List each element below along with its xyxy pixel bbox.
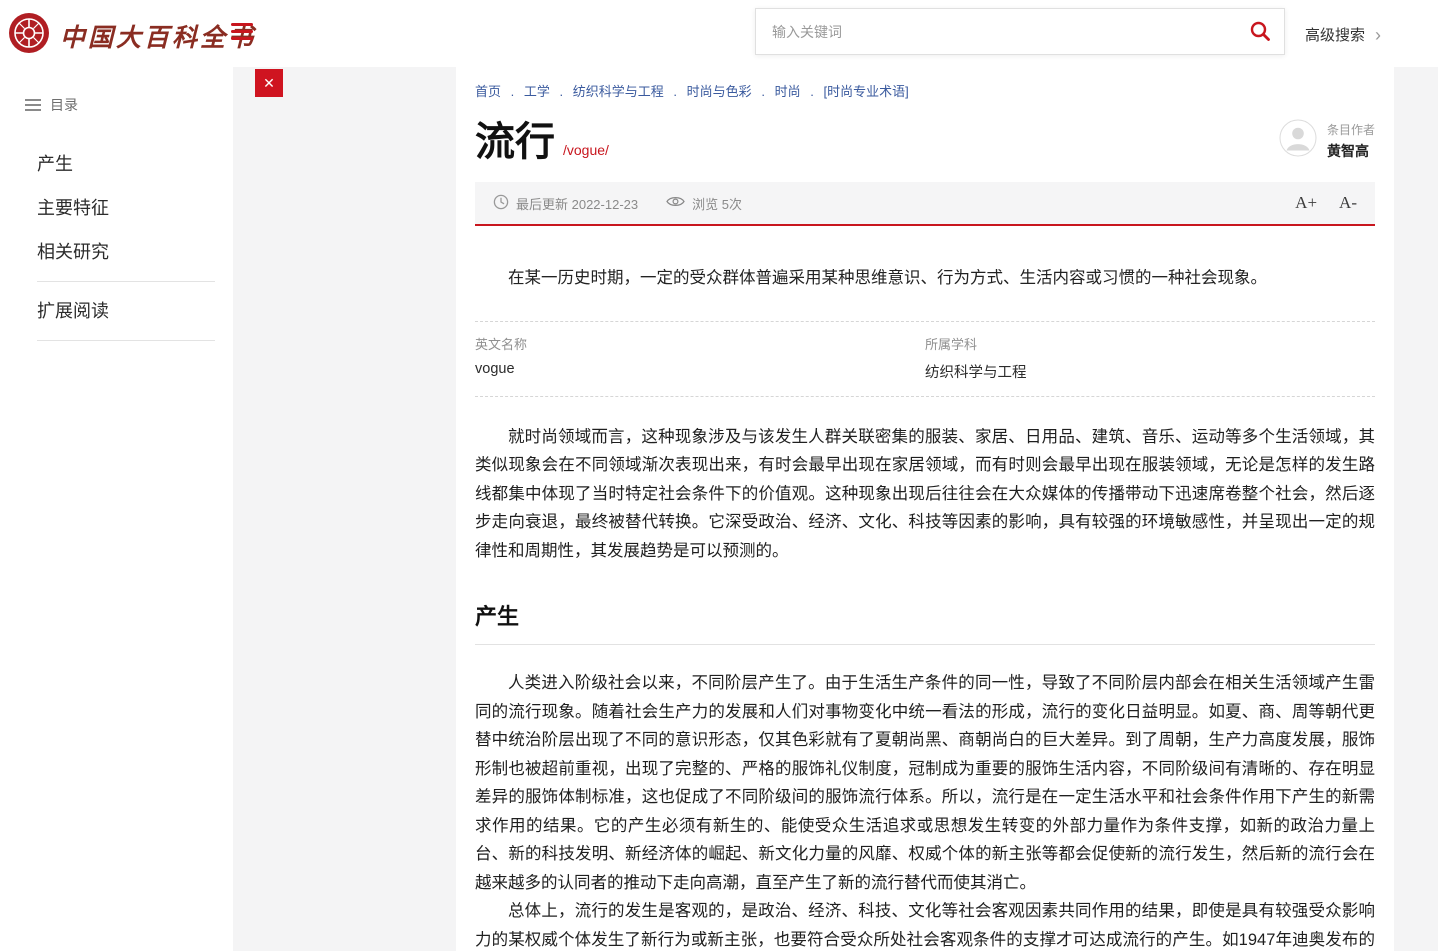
breadcrumb-gongxue[interactable]: 工学 bbox=[524, 84, 550, 99]
toc-list-extra: 扩展阅读 bbox=[0, 288, 233, 332]
breadcrumb-home[interactable]: 首页 bbox=[475, 84, 501, 99]
breadcrumb-shishangsecai[interactable]: 时尚与色彩 bbox=[687, 84, 752, 99]
search-icon bbox=[1249, 30, 1271, 45]
breadcrumb-separator: . bbox=[761, 84, 765, 99]
view-count: 浏览 5次 bbox=[666, 194, 742, 213]
breadcrumb-fangzhi[interactable]: 纺织科学与工程 bbox=[573, 84, 664, 99]
field-label: 英文名称 bbox=[475, 334, 925, 353]
title-alias: /vogue/ bbox=[563, 142, 609, 158]
top-header: 中国大百科全书 高级搜索 › bbox=[0, 0, 1438, 67]
font-decrease-button[interactable]: A- bbox=[1339, 193, 1357, 213]
page-title: 流行 bbox=[475, 120, 555, 164]
font-increase-button[interactable]: A+ bbox=[1295, 193, 1317, 213]
paragraph-2: 人类进入阶级社会以来，不同阶层产生了。由于生活生产条件的同一性，导致了不同阶层内… bbox=[475, 669, 1375, 897]
paragraph-3: 总体上，流行的发生是客观的，是政治、经济、科技、文化等社会客观因素共同作用的结果… bbox=[475, 897, 1375, 951]
breadcrumb-shishang[interactable]: 时尚 bbox=[775, 84, 801, 99]
toc-item-kuozhanyuedu[interactable]: 扩展阅读 bbox=[37, 288, 215, 332]
toc-title: 目录 bbox=[50, 95, 78, 115]
body-area: 目录 产生 主要特征 相关研究 扩展阅读 ✕ 首页 . 工学 . 纺织科学与工程 bbox=[0, 67, 1438, 951]
breadcrumb-separator: . bbox=[560, 84, 564, 99]
menu-icon[interactable] bbox=[231, 23, 253, 43]
advanced-search-label: 高级搜索 bbox=[1305, 24, 1365, 45]
logo-text: 中国大百科全书 bbox=[60, 18, 256, 54]
last-updated: 最后更新 2022-12-23 bbox=[493, 194, 638, 213]
site-logo[interactable]: 中国大百科全书 bbox=[8, 12, 256, 59]
page: 中国大百科全书 高级搜索 › 目录 bbox=[0, 0, 1438, 951]
eye-icon bbox=[666, 195, 692, 211]
author-label: 条目作者 bbox=[1327, 121, 1375, 138]
toc-item-zhuyaotezheng[interactable]: 主要特征 bbox=[37, 185, 215, 229]
avatar bbox=[1279, 119, 1317, 162]
field-value: 纺织科学与工程 bbox=[925, 361, 1375, 382]
author-box: 条目作者 黄智高 bbox=[1279, 119, 1375, 162]
article-panel: 首页 . 工学 . 纺织科学与工程 . 时尚与色彩 . 时尚 . [时尚专业术语… bbox=[456, 67, 1394, 951]
title-row: 流行 /vogue/ 条目作者 黄智高 bbox=[475, 120, 1375, 164]
field-label: 所属学科 bbox=[925, 334, 1375, 353]
close-toc-button[interactable]: ✕ bbox=[255, 69, 283, 97]
breadcrumb-term[interactable]: [时尚专业术语] bbox=[823, 84, 908, 99]
font-size-controls: A+ A- bbox=[1273, 193, 1357, 213]
search-input[interactable] bbox=[756, 9, 1252, 54]
toc-divider bbox=[37, 340, 215, 341]
search-button[interactable] bbox=[1248, 20, 1272, 44]
view-count-text: 浏览 5次 bbox=[692, 194, 742, 213]
breadcrumb-separator: . bbox=[673, 84, 677, 99]
author-name[interactable]: 黄智高 bbox=[1327, 141, 1375, 161]
logo-seal-icon bbox=[8, 12, 50, 59]
toc-sidebar: 目录 产生 主要特征 相关研究 扩展阅读 bbox=[0, 67, 233, 951]
advanced-search-link[interactable]: 高级搜索 › bbox=[1305, 24, 1381, 45]
breadcrumb-separator: . bbox=[511, 84, 515, 99]
list-icon bbox=[25, 99, 41, 111]
field-value: vogue bbox=[475, 361, 925, 377]
paragraph-3-text: 总体上，流行的发生是客观的，是政治、经济、科技、文化等社会客观因素共同作用的结果… bbox=[475, 902, 1375, 949]
article-summary: 在某一历史时期，一定的受众群体普遍采用某种思维意识、行为方式、生活内容或习惯的一… bbox=[475, 264, 1375, 293]
toc-item-chansheng[interactable]: 产生 bbox=[37, 141, 215, 185]
breadcrumb-separator: . bbox=[810, 84, 814, 99]
field-discipline: 所属学科 纺织科学与工程 bbox=[925, 334, 1375, 382]
toc-divider bbox=[37, 281, 215, 282]
search-box bbox=[755, 8, 1285, 55]
last-updated-text: 最后更新 2022-12-23 bbox=[516, 194, 638, 213]
breadcrumb: 首页 . 工学 . 纺织科学与工程 . 时尚与色彩 . 时尚 . [时尚专业术语… bbox=[475, 81, 1375, 100]
chevron-right-icon: › bbox=[1375, 26, 1381, 44]
clock-icon bbox=[493, 194, 516, 213]
section-heading-chansheng: 产生 bbox=[475, 599, 1375, 645]
meta-bar: 最后更新 2022-12-23 浏览 5次 A+ A- bbox=[475, 182, 1375, 226]
info-fields: 英文名称 vogue 所属学科 纺织科学与工程 bbox=[475, 321, 1375, 397]
toc-header: 目录 bbox=[25, 95, 233, 115]
paragraph-1: 就时尚领域而言，这种现象涉及与该发生人群关联密集的服装、家居、日用品、建筑、音乐… bbox=[475, 423, 1375, 566]
author-texts: 条目作者 黄智高 bbox=[1327, 121, 1375, 161]
toc-item-xiangguanyanjiu[interactable]: 相关研究 bbox=[37, 229, 215, 273]
field-english-name: 英文名称 vogue bbox=[475, 334, 925, 382]
toc-list: 产生 主要特征 相关研究 bbox=[0, 141, 233, 273]
